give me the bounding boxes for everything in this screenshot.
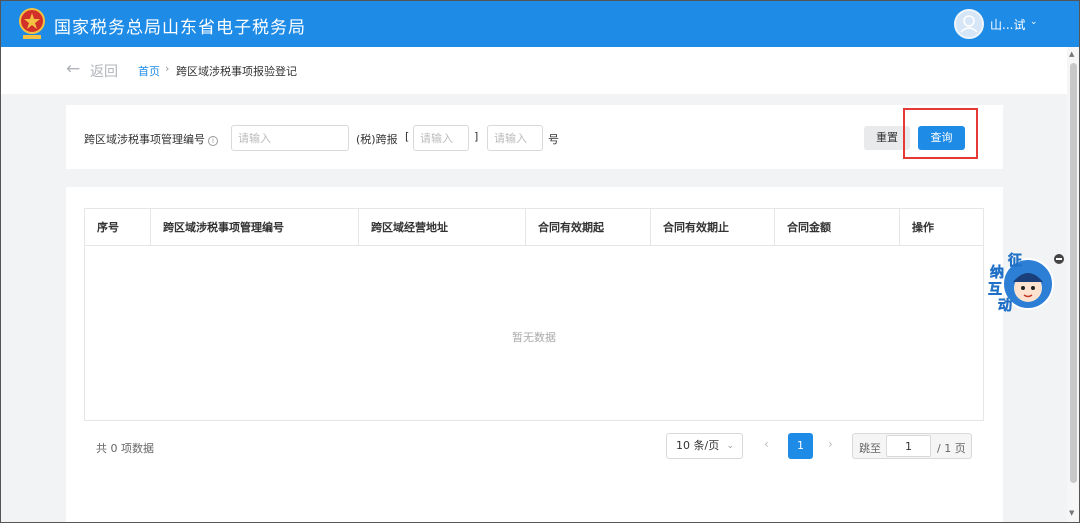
chevron-down-icon: ⌄ xyxy=(726,441,734,451)
breadcrumb-current: 跨区域涉税事项报验登记 xyxy=(176,65,297,78)
widget-close-icon[interactable] xyxy=(1054,254,1064,264)
back-button[interactable]: 返回 xyxy=(90,61,118,81)
mgmt-no-label: 跨区域涉税事项管理编号 i xyxy=(84,131,218,147)
chevron-down-icon[interactable]: ⌄ xyxy=(1030,17,1038,27)
breadcrumb-home-link[interactable]: 首页 xyxy=(138,63,160,79)
tax-no-input[interactable] xyxy=(487,125,543,151)
site-title: 国家税务总局山东省电子税务局 xyxy=(54,18,306,38)
results-table: 序号 跨区域涉税事项管理编号 跨区域经营地址 合同有效期起 合同有效期止 合同金… xyxy=(84,208,984,421)
widget-char: 征 xyxy=(1008,253,1023,270)
jump-label: 跳至 xyxy=(859,442,881,455)
column-header: 合同有效期止 xyxy=(651,209,775,246)
prev-page-button[interactable]: ‹ xyxy=(764,437,769,451)
scrollbar-thumb[interactable] xyxy=(1070,63,1077,483)
mgmt-no-input[interactable] xyxy=(231,125,349,151)
info-icon[interactable]: i xyxy=(208,136,218,146)
next-page-button[interactable]: › xyxy=(828,437,833,451)
breadcrumb-bar: ← 返回 首页 › 跨区域涉税事项报验登记 xyxy=(0,47,1080,94)
page-size-value: 10 条/页 xyxy=(676,439,720,452)
interaction-widget[interactable]: 征 纳 互 动 xyxy=(982,250,1064,318)
column-header: 合同有效期起 xyxy=(526,209,651,246)
total-count: 共 0 项数据 xyxy=(96,442,154,455)
vertical-scrollbar[interactable]: ▲ ▼ xyxy=(1067,47,1080,523)
page-size-select[interactable]: 10 条/页 ⌄ xyxy=(666,433,743,459)
column-header: 序号 xyxy=(85,209,151,246)
top-header: 国家税务总局山东省电子税务局 山...试 ⌄ xyxy=(0,0,1080,47)
back-arrow-icon[interactable]: ← xyxy=(66,59,80,79)
table-header: 序号 跨区域涉税事项管理编号 跨区域经营地址 合同有效期起 合同有效期止 合同金… xyxy=(85,209,983,246)
column-header: 合同金额 xyxy=(775,209,900,246)
query-highlight-box xyxy=(903,108,978,159)
bracket-open: [ xyxy=(405,130,410,143)
total-pages: / 1 页 xyxy=(937,442,966,455)
jump-page-input[interactable] xyxy=(886,435,931,457)
bracket-close: ] xyxy=(474,130,479,143)
empty-state-text: 暂无数据 xyxy=(512,331,556,344)
page-jumper: 跳至 / 1 页 xyxy=(852,433,972,459)
hao-label: 号 xyxy=(548,133,559,146)
scroll-down-icon[interactable]: ▼ xyxy=(1069,509,1074,517)
user-avatar[interactable] xyxy=(954,9,984,39)
user-icon xyxy=(960,15,978,33)
column-header: 操作 xyxy=(912,221,934,234)
breadcrumb-separator: › xyxy=(165,62,170,75)
tax-year-input[interactable] xyxy=(413,125,469,151)
widget-char: 动 xyxy=(998,298,1013,315)
tax-prefix-label: (税)跨报 xyxy=(356,133,398,146)
tax-emblem-icon xyxy=(19,8,45,39)
column-header: 跨区域经营地址 xyxy=(359,209,526,246)
page-number-button[interactable]: 1 xyxy=(788,433,813,459)
column-header: 跨区域涉税事项管理编号 xyxy=(151,209,359,246)
scroll-up-icon[interactable]: ▲ xyxy=(1069,50,1074,58)
user-name[interactable]: 山...试 xyxy=(990,16,1025,33)
